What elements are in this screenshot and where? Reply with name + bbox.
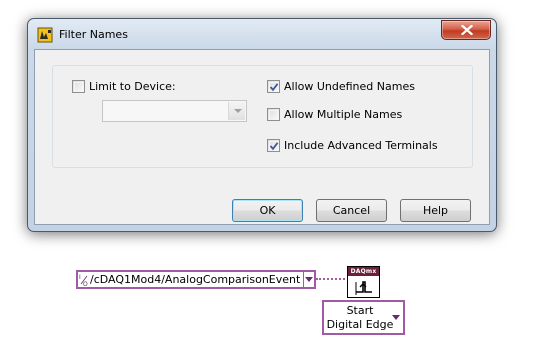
dataflow-wire — [316, 278, 349, 280]
limit-to-device-checkbox-box[interactable] — [72, 80, 85, 93]
title-bar[interactable]: Filter Names — [28, 19, 496, 51]
chevron-down-icon[interactable] — [228, 102, 245, 120]
dialog-client-area: Limit to Device: Allow Undefined Names A… — [34, 49, 490, 225]
dialog-title: Filter Names — [59, 28, 128, 41]
chevron-down-icon[interactable] — [392, 315, 400, 320]
terminal-dropdown-arrow[interactable] — [303, 272, 314, 287]
daqmx-start-trigger-vi[interactable]: DAQmx — [347, 266, 380, 298]
ok-button[interactable]: OK — [232, 199, 303, 222]
svg-text:I: I — [79, 274, 81, 281]
include-advanced-terminals-label: Include Advanced Terminals — [284, 139, 438, 152]
labview-app-icon — [37, 27, 53, 43]
close-button[interactable] — [441, 20, 491, 40]
help-button[interactable]: Help — [400, 199, 471, 222]
vi-header-label: DAQmx — [348, 267, 379, 276]
close-icon — [461, 25, 473, 35]
allow-multiple-names-checkbox[interactable]: Allow Multiple Names — [267, 108, 402, 121]
options-group: Limit to Device: Allow Undefined Names A… — [52, 65, 473, 168]
allow-undefined-names-checkbox[interactable]: Allow Undefined Names — [267, 80, 415, 93]
allow-multiple-names-label: Allow Multiple Names — [284, 108, 403, 121]
filter-names-dialog: Filter Names Limit to Device: Allow Unde… — [27, 18, 497, 232]
checkmark-icon — [269, 83, 279, 92]
start-trigger-digital-edge-icon — [355, 281, 372, 295]
daqmx-terminal-constant[interactable]: I O /cDAQ1Mod4/AnalogComparisonEvent — [76, 270, 316, 289]
cancel-button[interactable]: Cancel — [316, 199, 387, 222]
allow-undefined-names-checkbox-box[interactable] — [267, 80, 280, 93]
terminal-constant-value: /cDAQ1Mod4/AnalogComparisonEvent — [90, 273, 301, 286]
allow-undefined-names-label: Allow Undefined Names — [284, 80, 415, 93]
polymorphic-selector-line2: Digital Edge — [326, 318, 394, 331]
limit-to-device-checkbox[interactable]: Limit to Device: — [72, 80, 176, 93]
include-advanced-terminals-checkbox-box[interactable] — [267, 139, 280, 152]
checkmark-icon — [269, 142, 279, 151]
include-advanced-terminals-checkbox[interactable]: Include Advanced Terminals — [267, 139, 438, 152]
svg-text:O: O — [83, 281, 88, 287]
polymorphic-selector-line1: Start — [346, 304, 374, 317]
polymorphic-selector-label: Start Digital Edge — [326, 304, 394, 332]
limit-to-device-label: Limit to Device: — [89, 80, 176, 93]
polymorphic-vi-selector[interactable]: Start Digital Edge — [322, 300, 405, 335]
allow-multiple-names-checkbox-box[interactable] — [267, 108, 280, 121]
device-select[interactable] — [102, 100, 247, 122]
io-name-icon: I O — [79, 273, 89, 292]
